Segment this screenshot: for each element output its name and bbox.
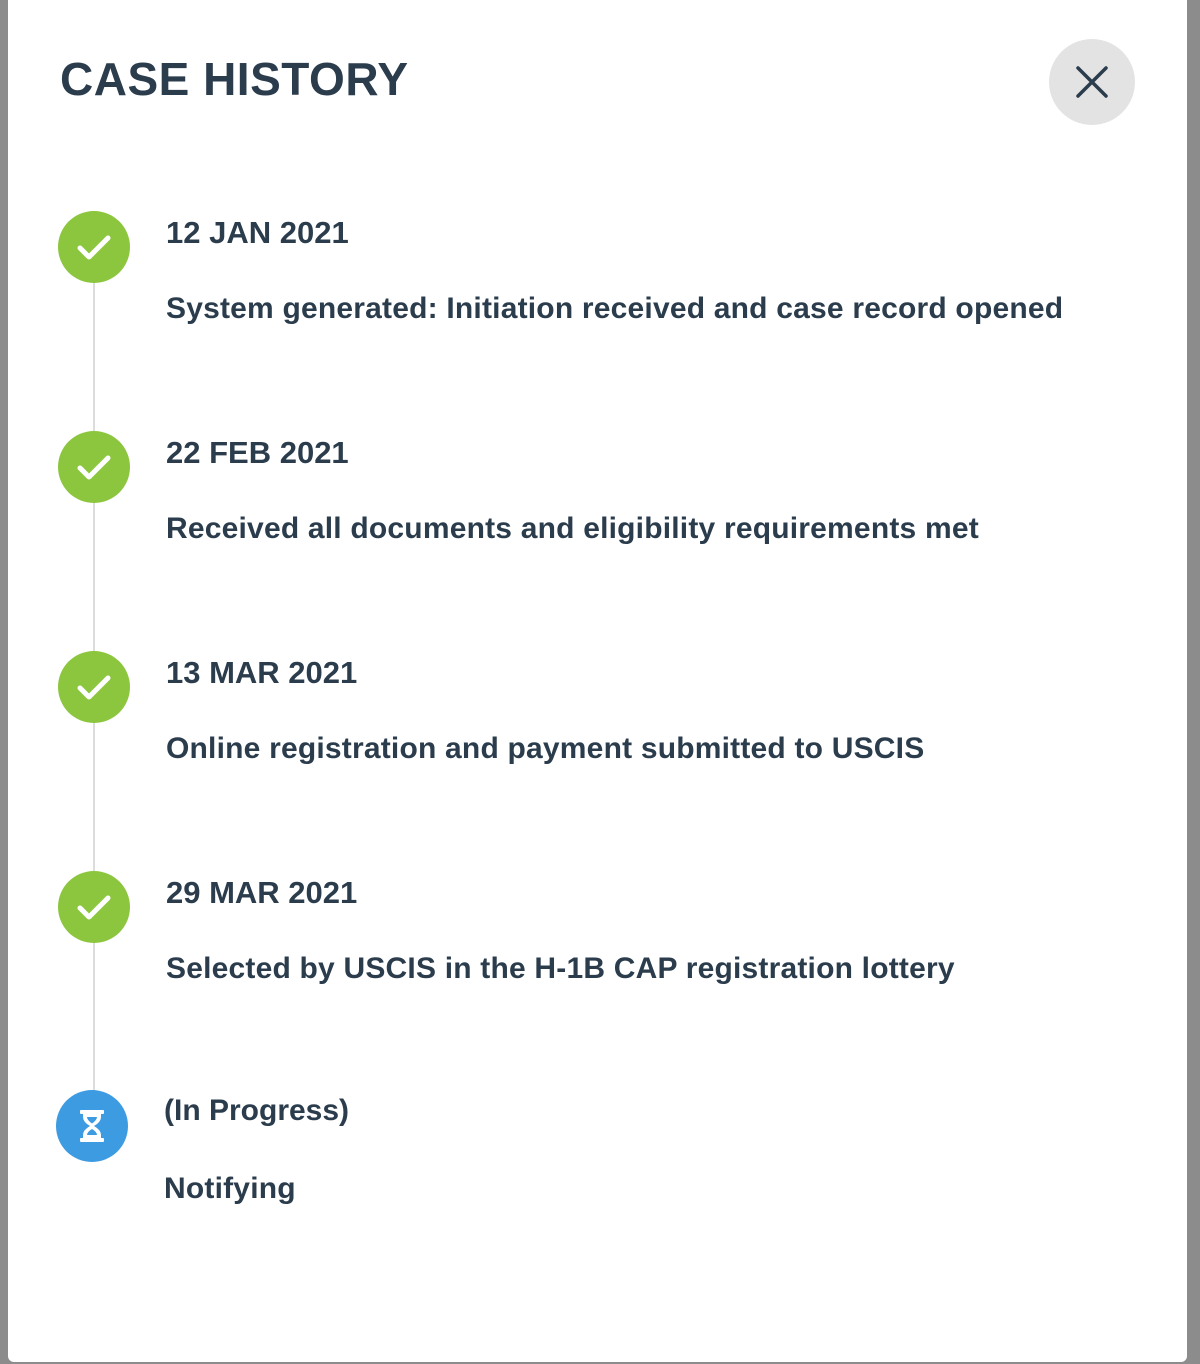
step-description: Received all documents and eligibility r… bbox=[166, 512, 979, 545]
step-description: Online registration and payment submitte… bbox=[166, 732, 925, 765]
modal-title: CASE HISTORY bbox=[60, 53, 409, 105]
close-button[interactable] bbox=[1049, 39, 1135, 125]
step-date: 12 JAN 2021 bbox=[166, 215, 349, 250]
completed-badge bbox=[58, 651, 130, 723]
step-description: Selected by USCIS in the H-1B CAP regist… bbox=[166, 952, 955, 985]
case-history-modal: CASE HISTORY 12 JAN 2021 System generate… bbox=[8, 0, 1187, 1362]
in-progress-badge bbox=[56, 1090, 128, 1162]
close-icon bbox=[1075, 65, 1109, 99]
step-date: 22 FEB 2021 bbox=[166, 435, 349, 470]
step-date: 13 MAR 2021 bbox=[166, 655, 358, 690]
check-icon bbox=[77, 895, 111, 920]
check-icon bbox=[77, 235, 111, 260]
step-description: System generated: Initiation received an… bbox=[166, 292, 1064, 325]
step-date: 29 MAR 2021 bbox=[166, 875, 358, 910]
completed-badge bbox=[58, 871, 130, 943]
completed-badge bbox=[58, 211, 130, 283]
check-icon bbox=[77, 675, 111, 700]
check-icon bbox=[77, 455, 111, 480]
step-description: Notifying bbox=[164, 1172, 296, 1205]
completed-badge bbox=[58, 431, 130, 503]
hourglass-icon bbox=[80, 1110, 104, 1142]
step-status: (In Progress) bbox=[164, 1094, 350, 1127]
